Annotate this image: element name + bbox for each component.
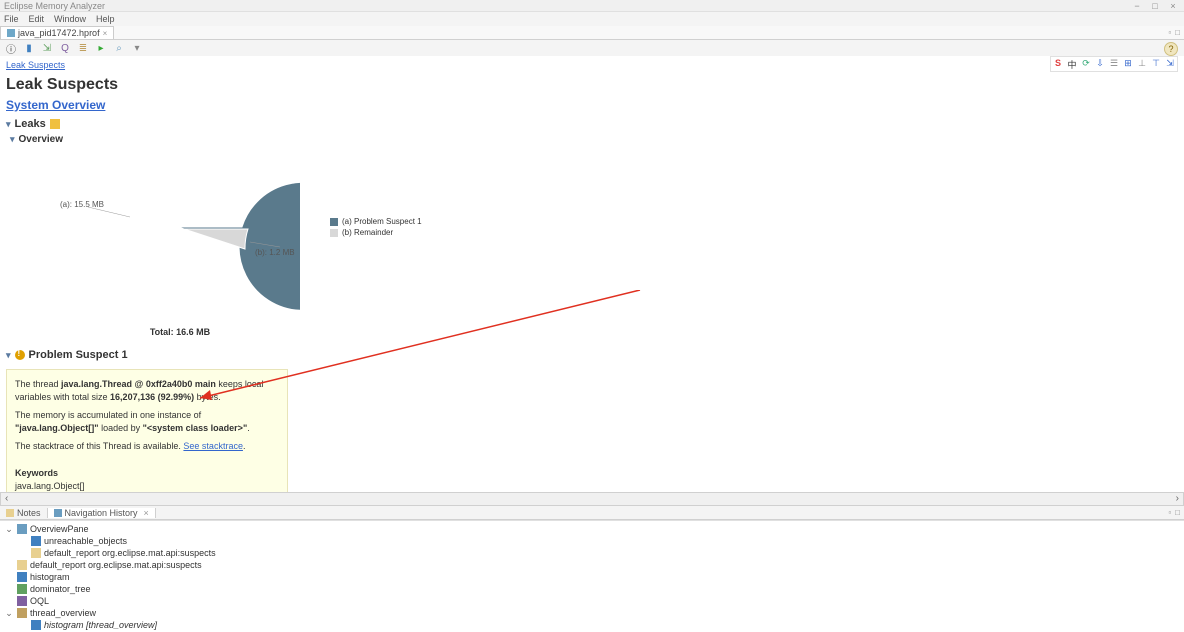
breadcrumb-leak-suspects[interactable]: Leak Suspects [6,60,65,70]
minimize-icon[interactable]: − [1132,1,1142,11]
menu-edit[interactable]: Edit [29,14,45,24]
section-problem-suspect: ▾ Problem Suspect 1 [0,347,1184,363]
twisty-icon[interactable]: ▾ [6,119,11,130]
bottom-minmax: ▫ □ [1168,508,1180,517]
file-tab-label: java_pid17472.hprof [18,28,100,38]
menu-window[interactable]: Window [54,14,86,24]
tool-e-icon[interactable]: ⊥ [1136,58,1148,70]
keywords-heading: Keywords [15,468,58,478]
report-icon [17,560,27,570]
gc-tool-icon[interactable]: ▾ [130,42,144,56]
tree-item-dominator[interactable]: dominator_tree [4,583,1180,595]
tree-item-histogram[interactable]: histogram [4,571,1180,583]
keywords-value: java.lang.Object[] [15,481,85,491]
close-tab-icon[interactable]: × [103,29,108,38]
tree-tool-icon[interactable]: ⇲ [40,42,54,56]
tool-b-icon[interactable]: ⇩ [1094,58,1106,70]
minimize-pane-icon[interactable]: ▫ [1168,508,1171,517]
report-icon [31,548,41,558]
histogram-icon [31,536,41,546]
navigation-history-tree: ⌄OverviewPane unreachable_objects defaul… [0,520,1184,632]
breadcrumb: Leak Suspects [0,56,1184,74]
tree-item-thread-overview[interactable]: ⌄thread_overview [4,607,1180,619]
maximize-pane-icon[interactable]: □ [1175,28,1180,37]
suspect-detail-box: The thread java.lang.Thread @ 0xff2a40b0… [6,369,288,492]
scroll-right-icon[interactable]: › [1176,493,1179,505]
s-icon[interactable]: S [1052,58,1064,70]
tree-item-overview-pane[interactable]: ⌄OverviewPane [4,523,1180,535]
report-content: S 中 ⟳ ⇩ ☰ ⊞ ⊥ ⊤ ⇲ Leak Suspects Leak Sus… [0,56,1184,492]
section-detail-icon [50,119,60,129]
maximize-icon[interactable]: □ [1150,1,1160,11]
twisty-icon[interactable]: ▾ [10,134,15,145]
section-leaks-label: Leaks [15,118,46,130]
window-title-bar: Eclipse Memory Analyzer − □ × [0,0,1184,12]
cn-icon[interactable]: 中 [1066,58,1078,70]
tree-item-oql[interactable]: OQL [4,595,1180,607]
histogram-icon [31,620,41,630]
tree-item-histogram-thread[interactable]: histogram [thread_overview] [4,619,1180,631]
section-leaks: ▾ Leaks [0,116,1184,132]
chart-total: Total: 16.6 MB [40,327,320,337]
history-icon [54,509,62,517]
tab-navigation-history[interactable]: Navigation History× [48,508,156,518]
see-stacktrace-link[interactable]: See stacktrace [183,441,243,451]
thread-icon [17,608,27,618]
menu-bar: File Edit Window Help [0,12,1184,26]
tree-item-default-report-2[interactable]: default_report org.eclipse.mat.api:suspe… [4,559,1180,571]
slice-a-label: (a): 15.5 MB [60,200,104,209]
report-toolbar: S 中 ⟳ ⇩ ☰ ⊞ ⊥ ⊤ ⇲ [1050,56,1178,72]
histogram-tool-icon[interactable]: ▮ [22,42,36,56]
pie-chart: (a): 15.5 MB (b): 1.2 MB (a) Problem Sus… [10,147,510,327]
warning-icon [15,350,25,360]
legend-b: (b) Remainder [342,228,393,237]
info-tool-icon[interactable]: ⓘ [4,42,18,56]
legend-a: (a) Problem Suspect 1 [342,217,422,226]
tab-notes[interactable]: Notes [0,508,48,518]
chart-legend: (a) Problem Suspect 1 (b) Remainder [330,217,422,239]
window-title: Eclipse Memory Analyzer [4,1,105,11]
search-tool-icon[interactable]: ⌕ [112,42,126,56]
tool-a-icon[interactable]: ⟳ [1080,58,1092,70]
section-overview-label: Overview [19,134,63,145]
menu-file[interactable]: File [4,14,19,24]
info-icon [17,524,27,534]
minimize-pane-icon[interactable]: ▫ [1168,28,1171,37]
tree-item-unreachable[interactable]: unreachable_objects [4,535,1180,547]
section-overview: ▾ Overview [0,132,1184,147]
heap-file-icon [7,29,15,37]
tool-c-icon[interactable]: ☰ [1108,58,1120,70]
histogram-icon [17,572,27,582]
scroll-left-icon[interactable]: ‹ [5,493,8,505]
tool-f-icon[interactable]: ⊤ [1150,58,1162,70]
file-tab[interactable]: java_pid17472.hprof × [0,26,114,39]
tab-minmax: ▫ □ [1168,28,1180,37]
oql-tool-icon[interactable]: Q [58,42,72,56]
run-tool-icon[interactable]: ▸ [94,42,108,56]
problem-suspect-label: Problem Suspect 1 [29,349,128,361]
tool-d-icon[interactable]: ⊞ [1122,58,1134,70]
slice-b-label: (b): 1.2 MB [255,248,295,257]
page-title: Leak Suspects [0,74,1184,96]
close-icon[interactable]: × [1168,1,1178,11]
oql-icon [17,596,27,606]
tool-g-icon[interactable]: ⇲ [1164,58,1176,70]
twisty-icon[interactable]: ▾ [6,350,11,361]
legend-swatch-b [330,229,338,237]
notes-icon [6,509,14,517]
legend-swatch-a [330,218,338,226]
tree-icon [17,584,27,594]
thread-tool-icon[interactable]: ≣ [76,42,90,56]
tree-item-default-report[interactable]: default_report org.eclipse.mat.api:suspe… [4,547,1180,559]
bottom-tab-bar: Notes Navigation History× ▫ □ [0,506,1184,520]
window-controls: − □ × [1132,1,1184,11]
editor-tab-row: java_pid17472.hprof × ▫ □ [0,26,1184,40]
menu-help[interactable]: Help [96,14,115,24]
horizontal-scroll[interactable]: ‹ › [0,492,1184,506]
help-indicator-icon[interactable]: ? [1164,42,1178,56]
system-overview-link[interactable]: System Overview [0,96,1184,116]
maximize-pane-icon[interactable]: □ [1175,508,1180,517]
